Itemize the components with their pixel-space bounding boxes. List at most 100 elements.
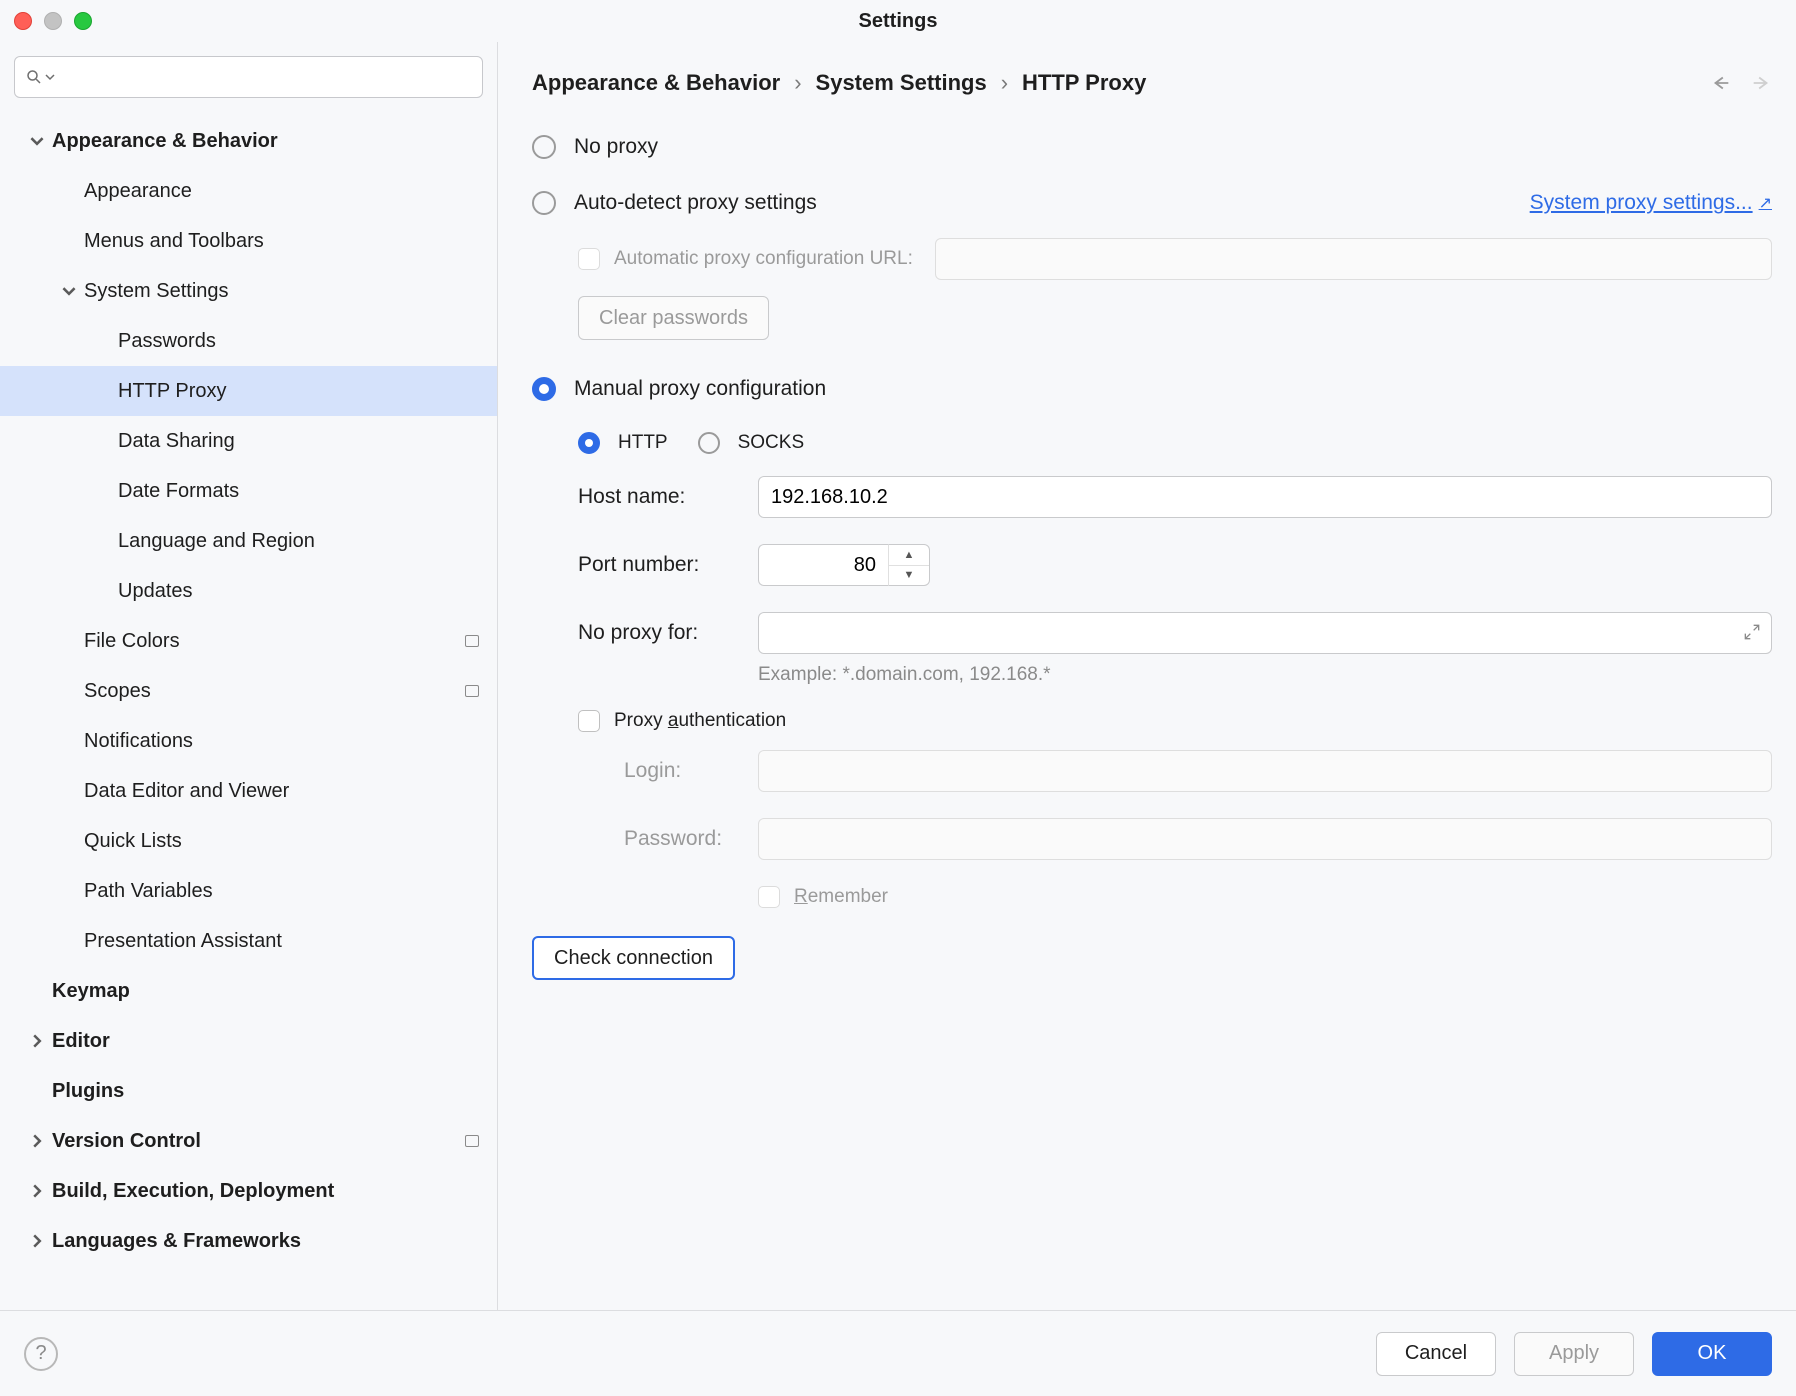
sidebar-item-language-and-region[interactable]: Language and Region	[0, 516, 497, 566]
sidebar-item-label: Plugins	[52, 1080, 497, 1103]
external-link-icon: ↗	[1759, 193, 1772, 213]
sidebar-item-version-control[interactable]: Version Control	[0, 1116, 497, 1166]
chevron-right-icon	[30, 1134, 44, 1148]
sidebar-item-label: Data Sharing	[118, 430, 497, 453]
breadcrumb-item[interactable]: System Settings	[816, 70, 987, 96]
chevron-right-icon	[30, 1034, 44, 1048]
sidebar-item-label: HTTP Proxy	[118, 380, 497, 403]
breadcrumb-separator: ›	[794, 70, 801, 96]
sidebar-item-appearance[interactable]: Appearance	[0, 166, 497, 216]
sidebar-item-label: Scopes	[84, 680, 465, 703]
chevron-down-icon	[45, 72, 55, 82]
port-number-input[interactable]	[758, 544, 888, 586]
help-button[interactable]: ?	[24, 1337, 58, 1371]
sidebar-item-system-settings[interactable]: System Settings	[0, 266, 497, 316]
host-name-input[interactable]	[758, 476, 1772, 518]
sidebar-item-quick-lists[interactable]: Quick Lists	[0, 816, 497, 866]
chevron-down-icon	[62, 284, 76, 298]
nav-back-icon[interactable]	[1710, 72, 1732, 94]
sidebar-item-updates[interactable]: Updates	[0, 566, 497, 616]
sidebar-item-file-colors[interactable]: File Colors	[0, 616, 497, 666]
sidebar-item-http-proxy[interactable]: HTTP Proxy	[0, 366, 497, 416]
breadcrumb-item: HTTP Proxy	[1022, 70, 1146, 96]
sidebar-item-appearance-behavior[interactable]: Appearance & Behavior	[0, 116, 497, 166]
chevron-right-icon	[30, 1234, 44, 1248]
sidebar-item-label: Menus and Toolbars	[84, 230, 497, 253]
breadcrumb-item[interactable]: Appearance & Behavior	[532, 70, 780, 96]
nav-forward-icon	[1750, 72, 1772, 94]
sidebar-item-label: Quick Lists	[84, 830, 497, 853]
proxy-auth-checkbox[interactable]	[578, 710, 600, 732]
port-number-label: Port number:	[578, 553, 758, 577]
host-name-label: Host name:	[578, 485, 758, 509]
sidebar-item-label: Date Formats	[118, 480, 497, 503]
sidebar-item-label: Editor	[52, 1030, 497, 1053]
settings-search-input[interactable]	[14, 56, 483, 98]
pac-url-input	[935, 238, 1772, 280]
proxy-type-socks-radio[interactable]: SOCKS	[698, 432, 805, 454]
sidebar-item-label: Languages & Frameworks	[52, 1230, 497, 1253]
sidebar-item-build-execution-deployment[interactable]: Build, Execution, Deployment	[0, 1166, 497, 1216]
check-connection-button[interactable]: Check connection	[532, 936, 735, 980]
settings-main-panel: Appearance & Behavior › System Settings …	[498, 42, 1796, 1310]
settings-tree: Appearance & Behavior Appearance Menus and…	[0, 108, 497, 1310]
auto-detect-radio[interactable]: Auto-detect proxy settings	[532, 180, 817, 226]
sidebar-item-scopes[interactable]: Scopes	[0, 666, 497, 716]
password-input	[758, 818, 1772, 860]
apply-button: Apply	[1514, 1332, 1634, 1376]
settings-sidebar: Appearance & Behavior Appearance Menus and…	[0, 42, 498, 1310]
sidebar-item-data-sharing[interactable]: Data Sharing	[0, 416, 497, 466]
sidebar-item-keymap[interactable]: Keymap	[0, 966, 497, 1016]
sidebar-item-editor[interactable]: Editor	[0, 1016, 497, 1066]
sidebar-item-label: Passwords	[118, 330, 497, 353]
stepper-down-icon[interactable]: ▼	[889, 566, 929, 586]
no-proxy-radio[interactable]: No proxy	[532, 124, 1772, 170]
sidebar-item-label: Path Variables	[84, 880, 497, 903]
sidebar-item-plugins[interactable]: Plugins	[0, 1066, 497, 1116]
manual-proxy-radio[interactable]: Manual proxy configuration	[532, 366, 1772, 412]
sidebar-item-menus-and-toolbars[interactable]: Menus and Toolbars	[0, 216, 497, 266]
sidebar-item-label: Data Editor and Viewer	[84, 780, 497, 803]
no-proxy-for-label: No proxy for:	[578, 621, 758, 645]
search-icon	[25, 68, 43, 86]
expand-icon[interactable]	[1742, 622, 1762, 642]
chevron-right-icon	[30, 1184, 44, 1198]
no-proxy-example-hint: Example: *.domain.com, 192.168.*	[758, 664, 1772, 686]
sidebar-item-presentation-assistant[interactable]: Presentation Assistant	[0, 916, 497, 966]
ok-button[interactable]: OK	[1652, 1332, 1772, 1376]
remember-label: Remember	[794, 886, 888, 908]
project-badge-icon	[465, 685, 479, 697]
proxy-type-http-radio[interactable]: HTTP	[578, 432, 668, 454]
port-stepper[interactable]: ▲ ▼	[888, 544, 930, 586]
sidebar-item-languages-frameworks[interactable]: Languages & Frameworks	[0, 1216, 497, 1266]
window-title: Settings	[0, 10, 1796, 33]
sidebar-item-label: File Colors	[84, 630, 465, 653]
pac-url-checkbox	[578, 248, 600, 270]
cancel-button[interactable]: Cancel	[1376, 1332, 1496, 1376]
sidebar-item-label: Language and Region	[118, 530, 497, 553]
chevron-down-icon	[30, 134, 44, 148]
sidebar-item-label: Appearance	[84, 180, 497, 203]
remember-checkbox	[758, 886, 780, 908]
password-label: Password:	[624, 827, 758, 851]
no-proxy-for-input[interactable]	[758, 612, 1772, 654]
sidebar-item-date-formats[interactable]: Date Formats	[0, 466, 497, 516]
sidebar-item-label: Notifications	[84, 730, 497, 753]
sidebar-item-data-editor-and-viewer[interactable]: Data Editor and Viewer	[0, 766, 497, 816]
proxy-auth-label: Proxy authentication	[614, 710, 786, 732]
sidebar-item-passwords[interactable]: Passwords	[0, 316, 497, 366]
titlebar: Settings	[0, 0, 1796, 42]
sidebar-item-label: Build, Execution, Deployment	[52, 1180, 497, 1203]
stepper-up-icon[interactable]: ▲	[889, 545, 929, 566]
project-badge-icon	[465, 1135, 479, 1147]
clear-passwords-button: Clear passwords	[578, 296, 769, 340]
sidebar-item-label: System Settings	[84, 280, 497, 303]
login-input	[758, 750, 1772, 792]
project-badge-icon	[465, 635, 479, 647]
sidebar-item-notifications[interactable]: Notifications	[0, 716, 497, 766]
sidebar-item-path-variables[interactable]: Path Variables	[0, 866, 497, 916]
sidebar-item-label: Keymap	[52, 980, 497, 1003]
system-proxy-settings-link[interactable]: System proxy settings... ↗	[1530, 191, 1772, 215]
sidebar-item-label: Version Control	[52, 1130, 465, 1153]
login-label: Login:	[624, 759, 758, 783]
